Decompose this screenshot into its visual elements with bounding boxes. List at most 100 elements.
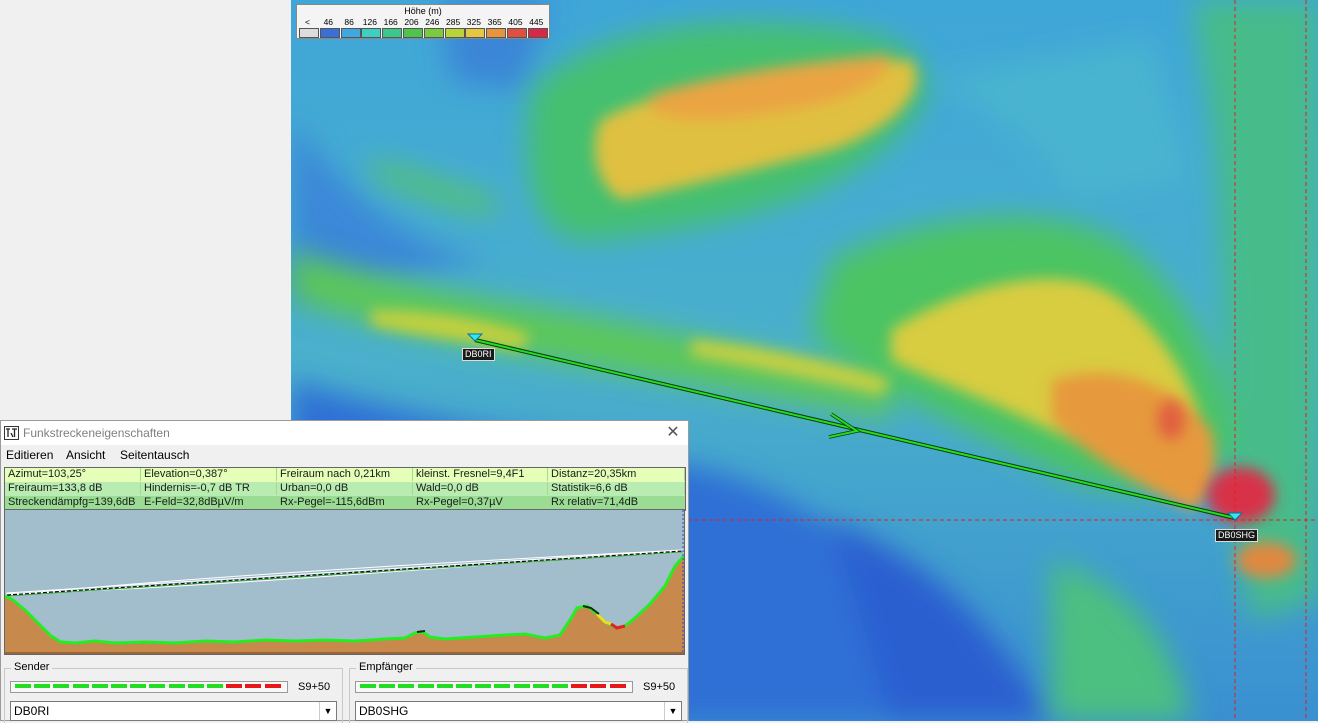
sender-group: Sender S9+50 DB0RI ▼ (4, 661, 343, 723)
legend-swatch (382, 28, 403, 38)
meter-segment (552, 684, 568, 688)
meter-segment (590, 684, 607, 688)
legend-label: 285 (446, 17, 461, 27)
sender-station-value: DB0RI (14, 704, 50, 718)
legend-label: 86 (344, 17, 354, 27)
menu-item-seitentausch[interactable]: Seitentausch (120, 448, 189, 462)
stats-cell: Wald=0,0 dB (413, 482, 548, 495)
sender-label: Sender (11, 661, 53, 673)
meter-segment (187, 684, 204, 688)
legend-label: < (305, 17, 310, 27)
meter-segment (532, 684, 549, 688)
link-statistics-panel: Azimut=103,25° Elevation=0,387° Freiraum n… (4, 467, 686, 511)
radio-mobile-app-icon (4, 426, 19, 440)
meter-segment (436, 684, 453, 688)
stats-cell: Distanz=20,35km (548, 468, 685, 481)
terrain-profile-view[interactable] (4, 509, 685, 655)
menu-bar: Editieren Ansicht Seitentausch (1, 446, 688, 464)
receiver-station-value: DB0SHG (359, 704, 409, 718)
menu-item-ansicht[interactable]: Ansicht (66, 448, 105, 462)
stats-cell: Rx-Pegel=-115,6dBm (277, 496, 413, 509)
legend-title: Höhe (m) (404, 6, 442, 16)
meter-segment (207, 684, 223, 688)
stats-cell: Rx-Pegel=0,37µV (413, 496, 548, 509)
meter-segment (475, 684, 492, 688)
legend-swatch (299, 28, 319, 38)
meter-segment (91, 684, 108, 688)
meter-segment (513, 684, 530, 688)
receiver-label: Empfänger (356, 661, 416, 673)
stats-cell: Elevation=0,387° (141, 468, 277, 481)
station-label-db0shg[interactable]: DB0SHG (1215, 529, 1259, 542)
meter-segment (15, 684, 31, 688)
stats-cell: kleinst. Fresnel=9,4F1 (413, 468, 548, 481)
dialog-title: Funkstreckeneigenschaften (23, 426, 170, 440)
meter-segment (360, 684, 376, 688)
meter-segment (571, 684, 588, 688)
meter-segment (226, 684, 243, 688)
legend-swatch (444, 28, 465, 38)
legend-label: 405 (508, 17, 523, 27)
stats-cell: Statistik=6,6 dB (548, 482, 685, 495)
meter-segment (398, 684, 415, 688)
legend-label: 126 (362, 17, 377, 27)
legend-label: 365 (487, 17, 502, 27)
legend-swatch (486, 28, 507, 38)
receiver-s-value: S9+50 (643, 681, 676, 693)
stats-cell: Freiraum nach 0,21km (277, 468, 413, 481)
stats-row: Freiraum=133,8 dB Hindernis=-0,7 dB TR Urb… (5, 482, 685, 496)
legend-label: 445 (529, 17, 544, 27)
station-label-db0ri[interactable]: DB0RI (462, 348, 495, 361)
meter-segment (168, 684, 185, 688)
stats-row: Streckendämpfg=139,6dB E-Feld=32,8dBµV/m R… (5, 496, 685, 510)
legend-swatch (527, 28, 548, 38)
legend-swatch (340, 28, 361, 38)
legend-swatch (423, 28, 444, 38)
meter-segment (245, 684, 262, 688)
legend-swatch (507, 28, 527, 38)
stats-row: Azimut=103,25° Elevation=0,387° Freiraum n… (5, 468, 685, 482)
stats-cell: Streckendämpfg=139,6dB (5, 496, 141, 509)
legend-label: 325 (466, 17, 481, 27)
legend-label: 206 (404, 17, 419, 27)
meter-segment (130, 684, 147, 688)
stats-cell: Azimut=103,25° (5, 468, 141, 481)
legend-label: 166 (383, 17, 398, 27)
meter-segment (34, 684, 51, 688)
meter-segment (379, 684, 396, 688)
stats-cell: Freiraum=133,8 dB (5, 482, 141, 495)
legend-swatch (403, 28, 423, 38)
legend-label: 246 (425, 17, 440, 27)
meter-segment (417, 684, 434, 688)
dialog-titlebar[interactable]: Funkstreckeneigenschaften ✕ (1, 421, 688, 445)
stats-cell: Rx relativ=71,4dB (548, 496, 685, 509)
sender-s-value: S9+50 (298, 681, 331, 693)
legend-swatch (361, 28, 382, 38)
stats-cell: Urban=0,0 dB (277, 482, 413, 495)
meter-segment (149, 684, 166, 688)
sender-signal-meter (10, 681, 288, 693)
legend-label: 46 (323, 17, 334, 27)
receiver-station-select[interactable]: DB0SHG ▼ (355, 701, 682, 721)
legend-swatch (319, 28, 340, 38)
meter-segment (456, 684, 472, 688)
meter-segment (53, 684, 70, 688)
terrain-profile (5, 510, 684, 654)
chevron-down-icon[interactable]: ▼ (664, 702, 681, 720)
meter-segment (111, 684, 127, 688)
stats-cell: E-Feld=32,8dBµV/m (141, 496, 277, 509)
link-properties-dialog: Funkstreckeneigenschaften ✕ Editieren An… (0, 420, 689, 723)
chevron-down-icon[interactable]: ▼ (319, 702, 336, 720)
legend-swatch (465, 28, 486, 38)
meter-segment (494, 684, 511, 688)
stats-cell: Hindernis=-0,7 dB TR (141, 482, 277, 495)
receiver-group: Empfänger S9+50 DB0SHG ▼ (349, 661, 688, 723)
meter-segment (609, 684, 626, 688)
close-button[interactable]: ✕ (658, 421, 688, 445)
sender-station-select[interactable]: DB0RI ▼ (10, 701, 337, 721)
elevation-legend: Höhe (m) <46 86 126 166 206 246 285 325 365 405 44… (296, 4, 550, 39)
menu-item-editieren[interactable]: Editieren (6, 448, 53, 462)
receiver-signal-meter (355, 681, 633, 693)
meter-segment (72, 684, 89, 688)
meter-segment (264, 684, 281, 688)
